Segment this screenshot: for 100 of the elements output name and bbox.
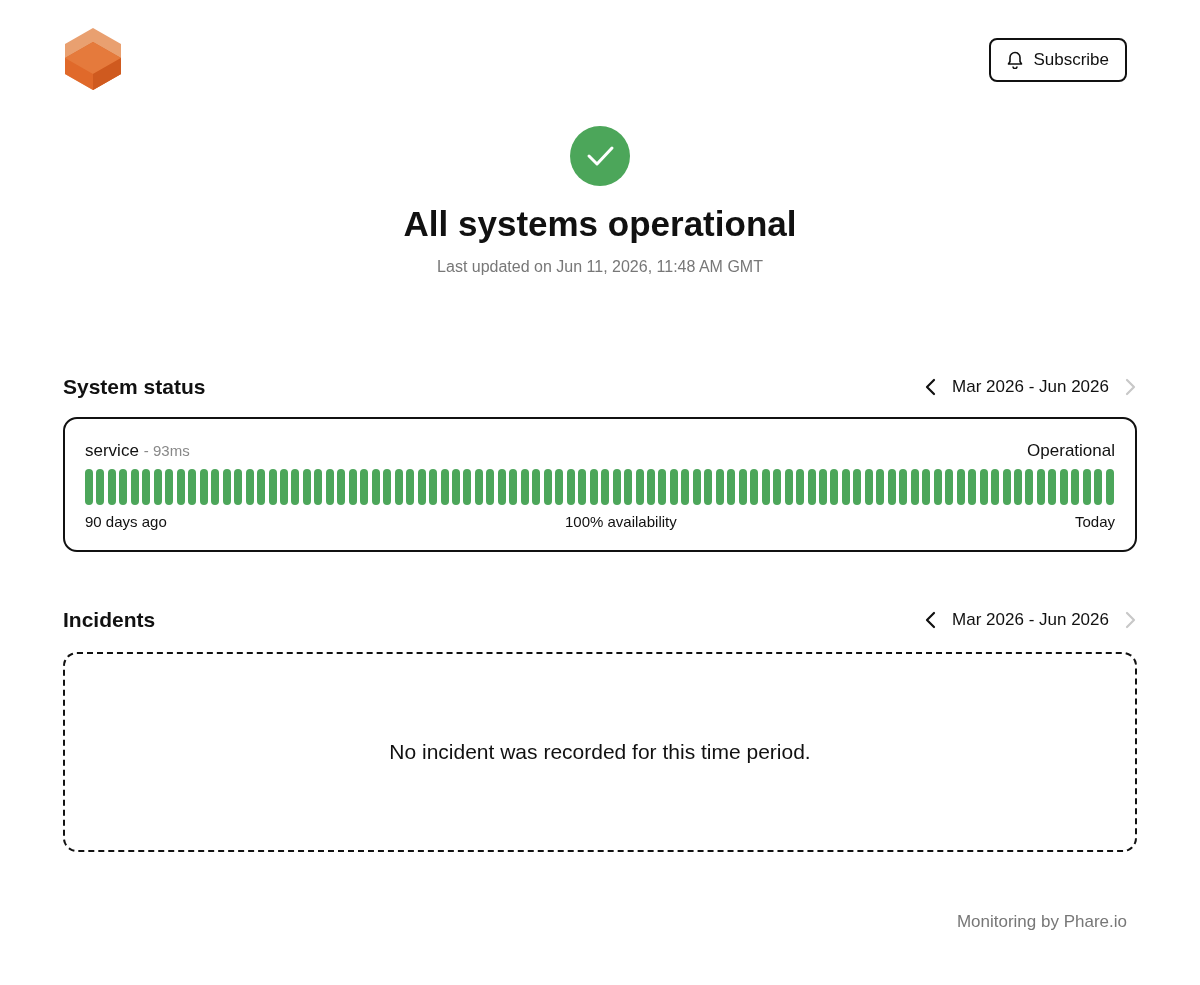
uptime-bar[interactable] <box>945 469 954 505</box>
uptime-bar[interactable] <box>968 469 977 505</box>
uptime-bar[interactable] <box>692 469 701 505</box>
uptime-bar[interactable] <box>486 469 495 505</box>
uptime-bar[interactable] <box>956 469 965 505</box>
service-status: Operational <box>1027 441 1115 461</box>
uptime-bar[interactable] <box>899 469 908 505</box>
uptime-bar[interactable] <box>222 469 231 505</box>
uptime-bar[interactable] <box>578 469 587 505</box>
uptime-bar[interactable] <box>1048 469 1057 505</box>
uptime-bar[interactable] <box>406 469 415 505</box>
uptime-bar[interactable] <box>96 469 105 505</box>
uptime-bar[interactable] <box>452 469 460 505</box>
uptime-bar[interactable] <box>704 469 713 505</box>
uptime-bar[interactable] <box>1094 469 1103 505</box>
cube-logo <box>65 28 121 90</box>
uptime-bar[interactable] <box>979 469 988 505</box>
uptime-bar[interactable] <box>715 469 724 505</box>
uptime-bar[interactable] <box>520 469 529 505</box>
section-title: System status <box>63 375 206 399</box>
uptime-bar[interactable] <box>624 469 633 505</box>
uptime-bar[interactable] <box>830 469 839 505</box>
uptime-bar[interactable] <box>727 469 736 505</box>
uptime-bar[interactable] <box>532 469 541 505</box>
uptime-bar[interactable] <box>337 469 346 505</box>
uptime-bar[interactable] <box>1105 469 1114 505</box>
uptime-bar[interactable] <box>440 469 449 505</box>
uptime-bar[interactable] <box>1059 469 1068 505</box>
uptime-bar[interactable] <box>669 469 678 505</box>
uptime-bar[interactable] <box>463 469 472 505</box>
uptime-bar[interactable] <box>85 469 93 505</box>
uptime-bar[interactable] <box>864 469 873 505</box>
uptime-bar[interactable] <box>784 469 793 505</box>
uptime-bar[interactable] <box>325 469 334 505</box>
uptime-bar[interactable] <box>394 469 403 505</box>
uptime-bar[interactable] <box>853 469 862 505</box>
uptime-bar[interactable] <box>268 469 277 505</box>
uptime-bar[interactable] <box>130 469 139 505</box>
uptime-bar[interactable] <box>360 469 369 505</box>
uptime-bar[interactable] <box>1002 469 1011 505</box>
uptime-bar[interactable] <box>383 469 392 505</box>
uptime-bar[interactable] <box>876 469 885 505</box>
uptime-bar[interactable] <box>509 469 518 505</box>
uptime-bar[interactable] <box>1036 469 1045 505</box>
uptime-bar[interactable] <box>566 469 575 505</box>
uptime-bar[interactable] <box>601 469 610 505</box>
uptime-bar[interactable] <box>429 469 438 505</box>
uptime-bar[interactable] <box>635 469 644 505</box>
uptime-bar[interactable] <box>589 469 598 505</box>
uptime-bar[interactable] <box>1025 469 1034 505</box>
uptime-bar[interactable] <box>1013 469 1022 505</box>
uptime-bar[interactable] <box>1082 469 1091 505</box>
uptime-bar[interactable] <box>279 469 288 505</box>
uptime-bar[interactable] <box>257 469 266 505</box>
uptime-bar[interactable] <box>245 469 254 505</box>
subscribe-button[interactable]: Subscribe <box>989 38 1127 82</box>
uptime-bar[interactable] <box>819 469 827 505</box>
uptime-bar[interactable] <box>211 469 220 505</box>
uptime-bar[interactable] <box>910 469 919 505</box>
uptime-bar[interactable] <box>773 469 782 505</box>
uptime-bar[interactable] <box>371 469 380 505</box>
uptime-bar[interactable] <box>153 469 162 505</box>
date-range: Mar 2026 - Jun 2026 <box>952 610 1109 630</box>
uptime-bar[interactable] <box>612 469 621 505</box>
uptime-bar[interactable] <box>497 469 506 505</box>
uptime-bar[interactable] <box>761 469 770 505</box>
uptime-bar[interactable] <box>199 469 208 505</box>
start-label: 90 days ago <box>85 513 167 530</box>
uptime-bar[interactable] <box>658 469 667 505</box>
uptime-bar[interactable] <box>165 469 174 505</box>
uptime-bar[interactable] <box>188 469 197 505</box>
uptime-bar[interactable] <box>417 469 426 505</box>
uptime-bar[interactable] <box>991 469 1000 505</box>
uptime-bar[interactable] <box>646 469 655 505</box>
uptime-bar[interactable] <box>796 469 805 505</box>
uptime-bar[interactable] <box>841 469 850 505</box>
uptime-bar[interactable] <box>474 469 483 505</box>
bell-icon <box>1007 51 1024 69</box>
uptime-bar[interactable] <box>234 469 243 505</box>
uptime-bar[interactable] <box>681 469 690 505</box>
uptime-bar[interactable] <box>176 469 185 505</box>
uptime-bar[interactable] <box>922 469 931 505</box>
uptime-bar[interactable] <box>738 469 747 505</box>
uptime-bar[interactable] <box>1071 469 1080 505</box>
uptime-bar[interactable] <box>107 469 116 505</box>
uptime-bar[interactable] <box>933 469 942 505</box>
uptime-bar[interactable] <box>750 469 759 505</box>
uptime-bar[interactable] <box>807 469 816 505</box>
uptime-bar[interactable] <box>119 469 128 505</box>
uptime-bar[interactable] <box>555 469 564 505</box>
uptime-bar[interactable] <box>302 469 311 505</box>
uptime-bar[interactable] <box>142 469 151 505</box>
uptime-bar[interactable] <box>314 469 323 505</box>
availability: 100% availability <box>565 513 677 530</box>
uptime-bar[interactable] <box>348 469 357 505</box>
last-updated: Last updated on Jun 11, 2026, 11:48 AM GMT <box>437 258 763 276</box>
uptime-bar[interactable] <box>291 469 300 505</box>
uptime-bar[interactable] <box>887 469 896 505</box>
uptime-bar[interactable] <box>543 469 552 505</box>
credit-link[interactable]: Monitoring by Phare.io <box>956 912 1127 932</box>
